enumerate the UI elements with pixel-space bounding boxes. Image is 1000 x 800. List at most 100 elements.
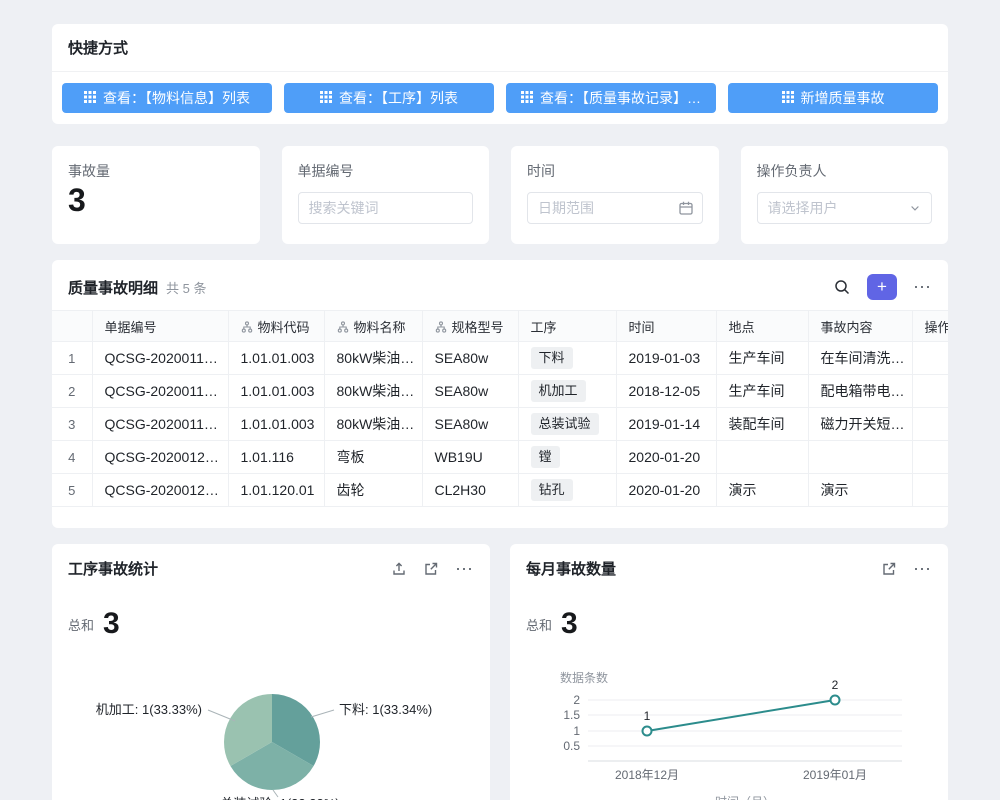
row-index: 2 <box>52 375 92 408</box>
table-row[interactable]: 4 QCSG-2020012… 1.01.116 弯板 WB19U 镗 2020… <box>52 441 948 474</box>
grid-icon <box>84 90 96 106</box>
pie-chart: 机加工: 1(33.33%) 下料: 1(33.34%) 总装试验: 1(33.… <box>52 666 490 800</box>
cell-place: 生产车间 <box>716 342 808 375</box>
y-tick: 0.5 <box>563 739 580 753</box>
shortcut-buttons-row: 查看：【物料信息】列表 查看：【工序】列表 查看：【质量事故记录】… 新增质量事… <box>52 72 948 113</box>
cell-code: 1.01.01.003 <box>228 375 324 408</box>
shortcut-new-accident-button[interactable]: 新增质量事故 <box>728 83 938 113</box>
export-button[interactable] <box>391 561 407 577</box>
doc-number-filter-card: 单据编号 <box>282 146 490 244</box>
cell-code: 1.01.01.003 <box>228 408 324 441</box>
cell-name: 弯板 <box>324 441 422 474</box>
shortcut-button-label: 查看：【物料信息】列表 <box>103 88 250 108</box>
grid-icon <box>320 90 332 106</box>
y-tick: 2 <box>573 693 580 707</box>
row-index: 5 <box>52 474 92 507</box>
cell-date: 2019-01-03 <box>616 342 716 375</box>
pie-total-label: 总和 <box>68 615 94 639</box>
table-actions: + ⋯ <box>833 274 932 300</box>
line-total: 总和 3 <box>510 579 948 639</box>
line-card-actions: ⋯ <box>881 560 932 578</box>
pie-total: 总和 3 <box>52 579 490 639</box>
table-row[interactable]: 1 QCSG-2020011… 1.01.01.003 80kW柴油… SEA8… <box>52 342 948 375</box>
y-tick: 1.5 <box>563 708 580 722</box>
cell-name: 80kW柴油… <box>324 342 422 375</box>
ellipsis-icon: ⋯ <box>913 277 932 297</box>
line-more-button[interactable]: ⋯ <box>913 560 932 578</box>
table-row-count: 共 5 条 <box>166 278 206 297</box>
relation-field-icon <box>435 321 447 333</box>
operator-label: 操作负责人 <box>757 161 933 181</box>
row-index: 4 <box>52 441 92 474</box>
operator-select[interactable]: 请选择用户 <box>757 192 933 224</box>
cell-date: 2018-12-05 <box>616 375 716 408</box>
cell-operator <box>912 375 948 408</box>
table-row[interactable]: 5 QCSG-2020012… 1.01.120.01 齿轮 CL2H30 钻孔… <box>52 474 948 507</box>
accident-table: 单据编号 物料代码 物料名称 规格型号 工序 时间 地点 事故内容 操作负责人 … <box>52 310 948 507</box>
line-card-header: 每月事故数量 ⋯ <box>510 544 948 579</box>
pie-label-zongzhuang: 总装试验: 1(33.33%) <box>220 796 339 800</box>
index-column-header <box>52 311 92 342</box>
export-icon <box>391 565 407 580</box>
plus-icon: + <box>877 277 887 297</box>
cell-content <box>808 441 912 474</box>
line-chart: 数据条数 2 1.5 1 0.5 1 2 2018年12月 2019年01月 时… <box>510 666 948 800</box>
time-label: 时间 <box>527 161 703 181</box>
date-range-input[interactable] <box>527 192 703 224</box>
table-more-button[interactable]: ⋯ <box>913 278 932 296</box>
ellipsis-icon: ⋯ <box>455 559 474 579</box>
cell-operator <box>912 342 948 375</box>
cell-spec: SEA80w <box>422 375 518 408</box>
cell-place: 生产车间 <box>716 375 808 408</box>
column-header-date: 时间 <box>616 311 716 342</box>
cell-code: 1.01.116 <box>228 441 324 474</box>
cell-name: 齿轮 <box>324 474 422 507</box>
cell-place <box>716 441 808 474</box>
cell-process: 镗 <box>518 441 616 474</box>
grid-icon <box>782 90 794 106</box>
pie-card-actions: ⋯ <box>391 560 474 578</box>
pie-card-header: 工序事故统计 ⋯ <box>52 544 490 579</box>
table-row[interactable]: 3 QCSG-2020011… 1.01.01.003 80kW柴油… SEA8… <box>52 408 948 441</box>
time-filter-card: 时间 <box>511 146 719 244</box>
add-record-button[interactable]: + <box>867 274 897 300</box>
pie-chart-title: 工序事故统计 <box>68 558 158 579</box>
cell-operator <box>912 474 948 507</box>
search-icon <box>833 284 851 299</box>
dashboard-page: 快捷方式 查看：【物料信息】列表 查看：【工序】列表 查看：【质量事故记录】… … <box>0 0 1000 800</box>
cell-spec: CL2H30 <box>422 474 518 507</box>
open-in-new-button[interactable] <box>423 561 439 577</box>
doc-number-search-input[interactable] <box>298 192 474 224</box>
table-row[interactable]: 2 QCSG-2020011… 1.01.01.003 80kW柴油… SEA8… <box>52 375 948 408</box>
column-header-code: 物料代码 <box>228 311 324 342</box>
process-tag: 镗 <box>531 446 560 468</box>
operator-select-placeholder: 请选择用户 <box>768 198 838 218</box>
cell-doc: QCSG-2020011… <box>92 408 228 441</box>
relation-field-icon <box>337 321 349 333</box>
cell-process: 总装试验 <box>518 408 616 441</box>
shortcut-quality-records-button[interactable]: 查看：【质量事故记录】… <box>506 83 716 113</box>
line-total-label: 总和 <box>526 615 552 639</box>
cell-place: 演示 <box>716 474 808 507</box>
shortcut-button-label: 查看：【工序】列表 <box>339 88 458 108</box>
data-point <box>643 727 652 736</box>
table-header-row: 单据编号 物料代码 物料名称 规格型号 工序 时间 地点 事故内容 操作负责人 <box>52 311 948 342</box>
cell-content: 在车间清洗… <box>808 342 912 375</box>
cell-date: 2019-01-14 <box>616 408 716 441</box>
open-in-new-icon <box>423 565 439 580</box>
cell-operator <box>912 441 948 474</box>
cell-content: 配电箱带电… <box>808 375 912 408</box>
column-header-name: 物料名称 <box>324 311 422 342</box>
search-button[interactable] <box>833 278 851 296</box>
pie-more-button[interactable]: ⋯ <box>455 560 474 578</box>
shortcut-process-list-button[interactable]: 查看：【工序】列表 <box>284 83 494 113</box>
pie-label-jijiagong: 机加工: 1(33.33%) <box>96 702 202 717</box>
open-in-new-button[interactable] <box>881 561 897 577</box>
x-axis-title: 时间（月） <box>715 795 775 800</box>
data-label: 1 <box>644 709 651 723</box>
row-index: 3 <box>52 408 92 441</box>
shortcut-material-info-button[interactable]: 查看：【物料信息】列表 <box>62 83 272 113</box>
shortcuts-title: 快捷方式 <box>68 37 128 58</box>
cell-doc: QCSG-2020011… <box>92 342 228 375</box>
column-header-doc: 单据编号 <box>92 311 228 342</box>
